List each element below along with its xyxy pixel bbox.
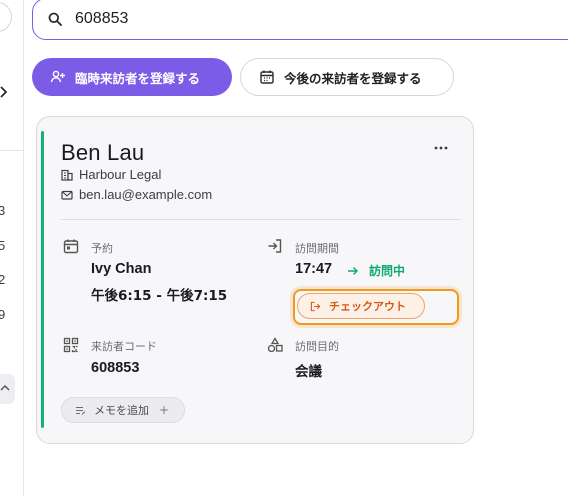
qr-code-icon — [63, 337, 79, 353]
visit-purpose-label: 訪問目的 — [295, 340, 339, 353]
sidebar: 3 5 2 9 — [0, 0, 24, 496]
search-input[interactable] — [75, 7, 475, 31]
more-options-icon[interactable] — [433, 143, 449, 153]
login-icon — [268, 239, 282, 253]
card-divider — [61, 219, 461, 220]
visitor-name: Ben Lau — [61, 140, 145, 165]
active-status-accent — [41, 131, 44, 428]
register-temporary-visitor-label: 臨時来訪者を登録する — [75, 70, 201, 86]
visitor-company: Harbour Legal — [61, 167, 161, 182]
add-user-icon — [50, 70, 65, 83]
visit-period-label: 訪問期間 — [295, 242, 339, 255]
register-future-visitor-button[interactable]: 今後の来訪者を登録する — [240, 58, 454, 96]
visitor-card: Ben Lau Harbour Legal ben.lau@example.co… — [36, 116, 474, 444]
visitor-code-label: 来訪者コード — [91, 340, 157, 353]
visit-status: 訪問中 — [347, 262, 405, 279]
calendar-icon — [260, 70, 274, 84]
company-text: Harbour Legal — [79, 167, 162, 182]
visit-status-text: 訪問中 — [369, 264, 406, 278]
add-memo-label: メモを追加 — [94, 404, 149, 417]
register-future-visitor-label: 今後の来訪者を登録する — [284, 70, 422, 86]
sidebar-avatar[interactable] — [0, 2, 12, 32]
checkout-button[interactable]: チェックアウト — [297, 293, 425, 319]
visit-purpose-value: 会議 — [295, 364, 322, 380]
sidebar-count: 9 — [0, 307, 6, 322]
reservation-label: 予約 — [91, 242, 113, 255]
sidebar-count: 3 — [0, 203, 6, 218]
email-text: ben.lau@example.com — [79, 187, 213, 202]
chevron-up-icon[interactable] — [0, 383, 10, 393]
visitor-email: ben.lau@example.com — [61, 187, 212, 202]
add-memo-button[interactable]: メモを追加 + — [61, 397, 185, 423]
arrow-right-icon — [348, 266, 358, 275]
building-icon — [61, 169, 73, 181]
plus-icon: + — [159, 403, 170, 417]
sidebar-count: 5 — [0, 238, 6, 253]
reservation-time: 午後6:15 - 午後7:15 — [91, 288, 228, 304]
visit-start-time: 17:47 — [295, 261, 333, 277]
search-icon — [48, 12, 62, 26]
note-icon — [76, 406, 86, 415]
sidebar-divider — [0, 150, 24, 151]
visitor-code-value: 608853 — [91, 360, 140, 376]
checkout-label: チェックアウト — [329, 300, 406, 313]
chevron-right-icon[interactable] — [0, 86, 8, 98]
logout-icon — [310, 301, 321, 311]
reservation-host: Ivy Chan — [91, 261, 152, 277]
calendar-event-icon — [63, 239, 79, 254]
shapes-icon — [267, 337, 283, 353]
search-bar[interactable] — [32, 0, 568, 40]
sidebar-count: 2 — [0, 272, 6, 287]
mail-icon — [61, 190, 73, 200]
register-temporary-visitor-button[interactable]: 臨時来訪者を登録する — [32, 58, 232, 96]
